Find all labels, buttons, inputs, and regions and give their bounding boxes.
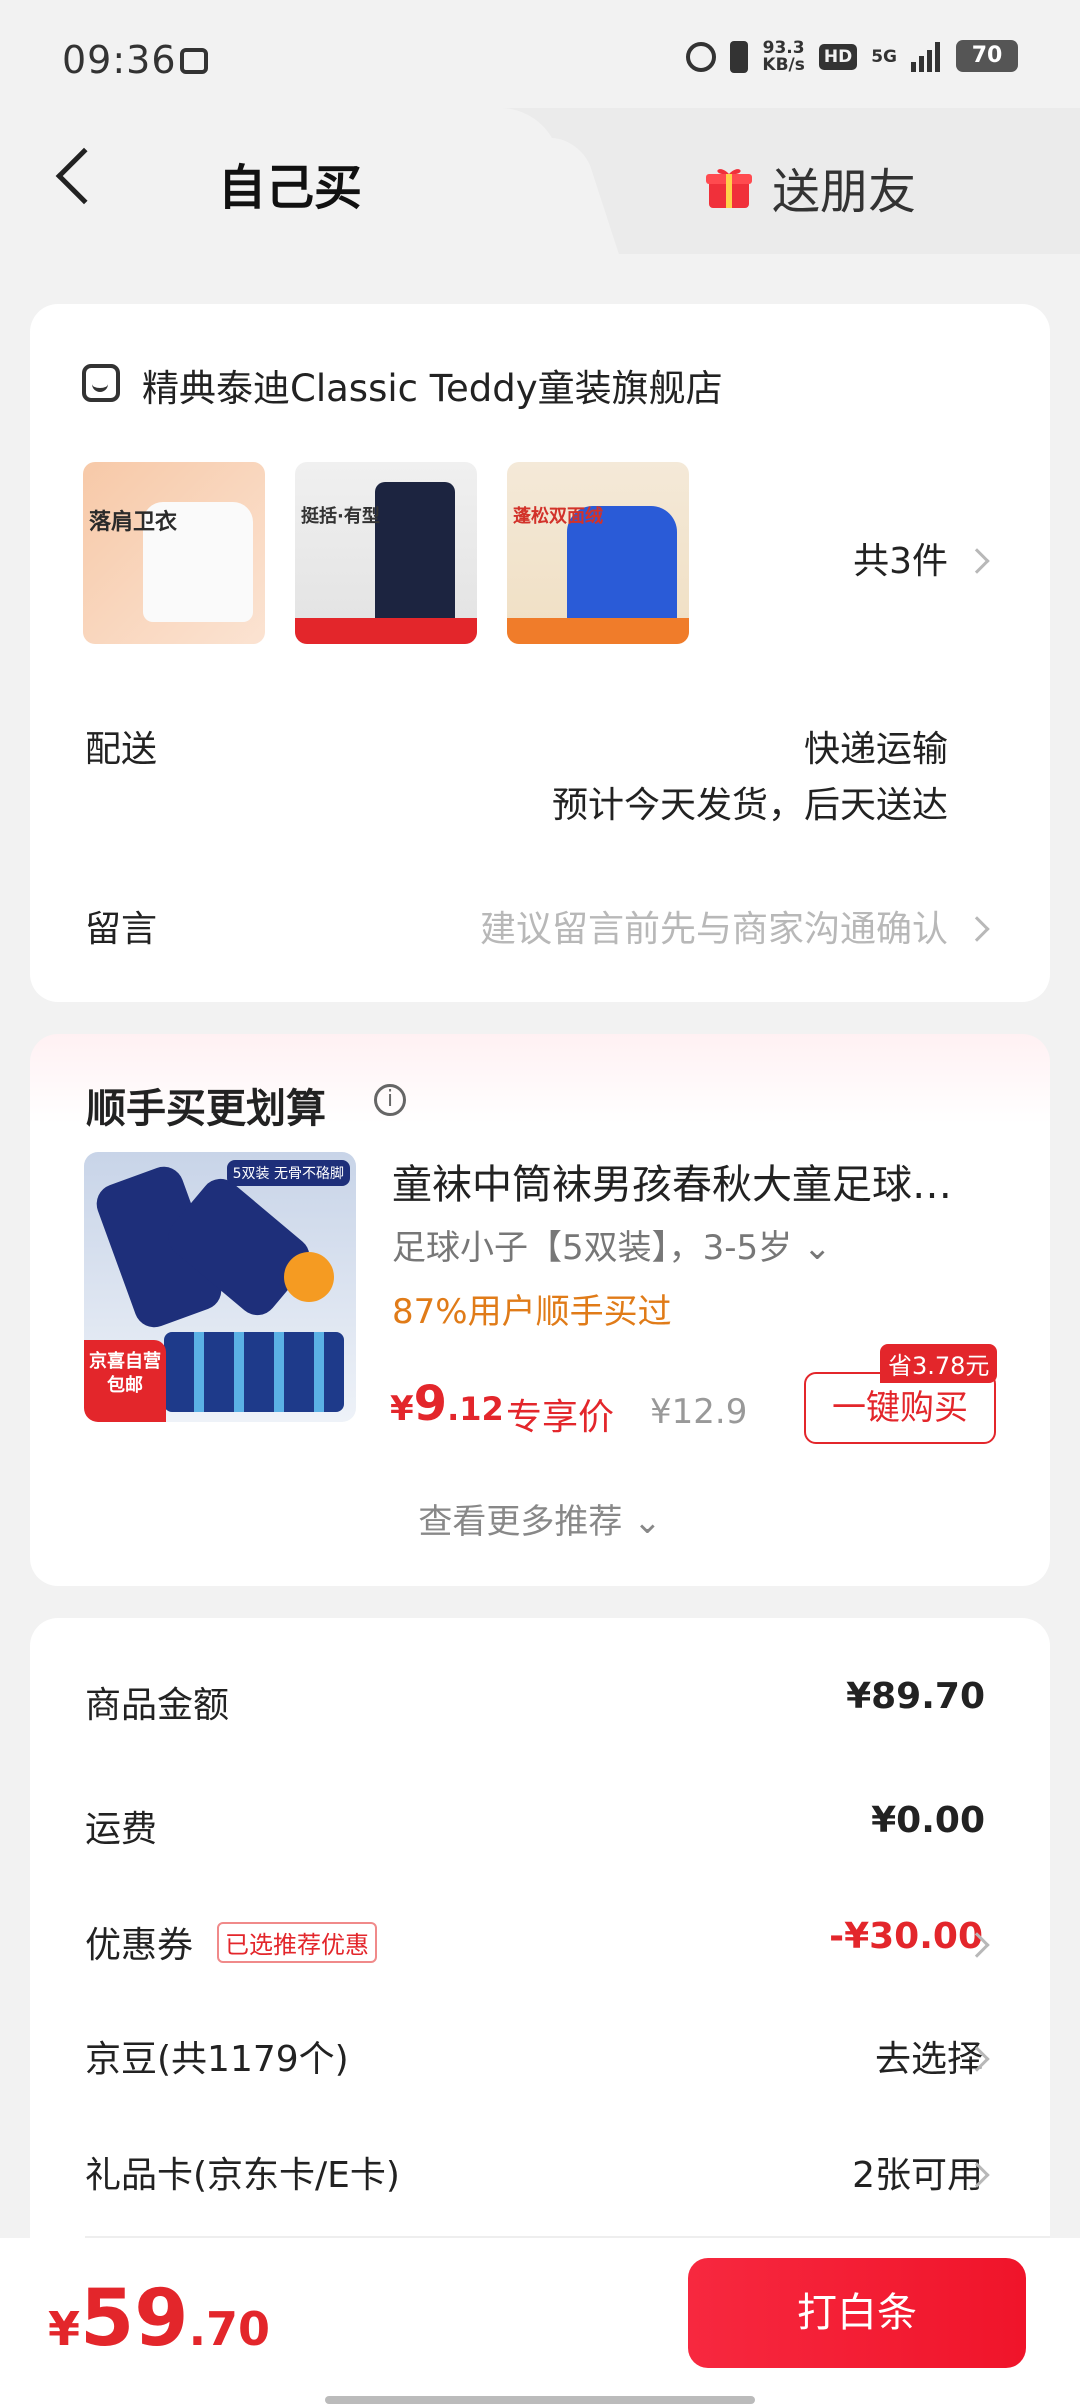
recommend-spec-select[interactable]: 足球小子【5双装】，3-5岁 ⌄ — [392, 1220, 831, 1269]
giftcard-value[interactable]: 2张可用 — [852, 2146, 983, 2198]
info-icon[interactable]: i — [374, 1084, 406, 1116]
shipping-label: 运费 — [85, 1809, 158, 1850]
coupon-badge: 已选推荐优惠 — [217, 1922, 377, 1963]
save-badge: 省3.78元 — [880, 1344, 998, 1383]
chevron-right-icon[interactable] — [964, 916, 990, 942]
thumb-label-2: 挺括·有型 — [301, 506, 380, 527]
giftcard-row[interactable]: 礼品卡(京东卡/E卡) 2张可用 — [85, 2146, 985, 2206]
image-top-tag: 5双装 无骨不硌脚 — [226, 1160, 350, 1186]
jingdou-label: 京豆(共1179个) — [85, 2039, 349, 2080]
status-bar: 09:36 93.3 KB/s HD 5G 70 — [0, 0, 1080, 110]
recommend-product-name[interactable]: 童袜中筒袜男孩春秋大童足球… — [392, 1152, 992, 1210]
shipping-value: ¥0.00 — [871, 1800, 985, 1841]
order-store-card: 精典泰迪Classic Teddy童装旗舰店 落肩卫衣 挺括·有型 蓬松双面绒 … — [30, 304, 1050, 1002]
network-type: 5G — [871, 46, 897, 67]
tab-header: 自己买 送朋友 — [0, 108, 1080, 254]
goods-amount-row: 商品金额 ¥89.70 — [85, 1676, 985, 1736]
gift-icon[interactable] — [706, 164, 752, 210]
coupon-row[interactable]: 优惠券 已选推荐优惠 -¥30.00 — [85, 1916, 985, 1976]
thumb-label-1: 落肩卫衣 — [89, 510, 178, 535]
recommend-price-tag: 专享价 — [506, 1397, 615, 1438]
product-thumb-2[interactable]: 挺括·有型 — [295, 462, 477, 644]
status-time: 09:36 — [62, 38, 177, 82]
goods-amount-value: ¥89.70 — [846, 1676, 985, 1717]
pay-baitiao-button[interactable]: 打白条 — [688, 2258, 1026, 2368]
hd-icon: HD — [818, 44, 858, 70]
shipping-row: 运费 ¥0.00 — [85, 1800, 985, 1860]
delivery-eta: 预计今天发货，后天送达 — [551, 785, 948, 826]
product-thumb-3[interactable]: 蓬松双面绒 — [507, 462, 689, 644]
recommend-card: 顺手买更划算 i 5双装 无骨不硌脚 京喜自营 包邮 童袜中筒袜男孩春秋大童足球… — [30, 1034, 1050, 1586]
recommend-original-price: ¥12.9 — [650, 1392, 748, 1432]
note-label: 留言 — [85, 909, 158, 950]
recommend-title: 顺手买更划算 — [86, 1086, 326, 1132]
chevron-right-icon[interactable] — [964, 548, 990, 574]
product-thumb-1[interactable]: 落肩卫衣 — [83, 462, 265, 644]
store-name[interactable]: 精典泰迪Classic Teddy童装旗舰店 — [142, 358, 723, 412]
delivery-method: 快递运输 — [803, 729, 948, 770]
thumb-label-3: 蓬松双面绒 — [513, 506, 603, 527]
giftcard-label: 礼品卡(京东卡/E卡) — [85, 2155, 400, 2196]
home-indicator[interactable] — [325, 2396, 755, 2404]
jingdou-row[interactable]: 京豆(共1179个) 去选择 — [85, 2030, 985, 2090]
vibrate-icon — [730, 41, 749, 73]
image-tag: 京喜自营 包邮 — [84, 1340, 166, 1422]
tab-self-buy-label[interactable]: 自己买 — [218, 148, 362, 218]
chevron-down-icon: ⌄ — [633, 1502, 662, 1542]
checkout-bar: ¥59.70 打白条 — [0, 2238, 1080, 2408]
more-recommend-link[interactable]: 查看更多推荐 ⌄ — [30, 1494, 1050, 1543]
item-count[interactable]: 共3件 — [853, 532, 948, 584]
tab-gift-friend[interactable]: 送朋友 — [772, 152, 916, 222]
signal-icon — [911, 42, 940, 72]
status-icons: 93.3 KB/s HD 5G 70 — [686, 38, 1018, 75]
product-thumbnails[interactable]: 落肩卫衣 挺括·有型 蓬松双面绒 — [83, 462, 689, 644]
alarm-icon — [686, 42, 717, 72]
total-price: ¥59.70 — [48, 2274, 271, 2364]
coupon-label: 优惠券 — [85, 1925, 194, 1966]
battery-icon: 70 — [956, 40, 1018, 72]
delivery-label: 配送 — [85, 729, 158, 770]
chevron-down-icon: ⌄ — [802, 1228, 832, 1268]
recommend-product-image[interactable]: 5双装 无骨不硌脚 京喜自营 包邮 — [84, 1152, 356, 1422]
message-icon — [180, 48, 208, 74]
net-speed: 93.3 KB/s — [762, 38, 805, 75]
goods-amount-label: 商品金额 — [85, 1685, 230, 1726]
note-input[interactable]: 建议留言前先与商家沟通确认 — [480, 900, 948, 952]
coupon-value[interactable]: -¥30.00 — [829, 1916, 983, 1957]
store-icon — [82, 364, 120, 402]
recommend-bought-ratio: 87%用户顺手买过 — [392, 1292, 672, 1332]
recommend-price: ¥9.12 — [390, 1376, 504, 1432]
